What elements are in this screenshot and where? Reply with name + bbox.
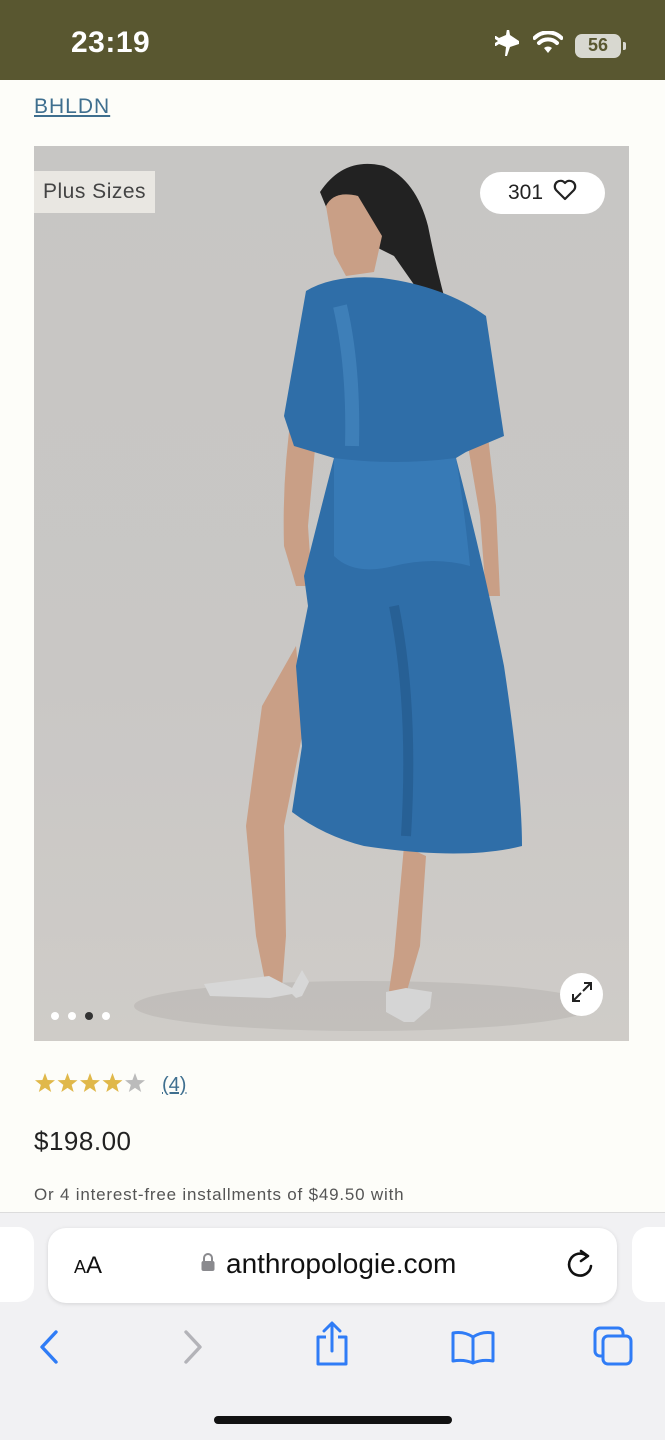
star-filled-icon bbox=[80, 1073, 100, 1092]
status-icons: 56 bbox=[493, 29, 626, 61]
installments-text: Or 4 interest-free installments of $49.5… bbox=[34, 1185, 405, 1204]
text-size-button[interactable]: AA bbox=[74, 1252, 102, 1280]
tabs-icon[interactable] bbox=[592, 1325, 634, 1372]
text-size-big: A bbox=[86, 1252, 103, 1279]
product-rating: (4) bbox=[34, 1072, 186, 1099]
wifi-icon bbox=[532, 30, 564, 60]
carousel-dot[interactable] bbox=[68, 1012, 76, 1020]
product-price: $198.00 bbox=[34, 1126, 132, 1156]
battery-icon: 56 bbox=[575, 33, 626, 58]
star-filled-icon bbox=[57, 1073, 78, 1092]
share-icon[interactable] bbox=[313, 1321, 351, 1372]
airplane-icon bbox=[493, 29, 521, 61]
battery-level: 56 bbox=[587, 35, 609, 55]
heart-icon bbox=[553, 179, 577, 207]
address-bar[interactable]: AA anthropologie.com bbox=[48, 1228, 617, 1303]
browser-bar: AA anthropologie.com bbox=[0, 1212, 665, 1440]
url-display[interactable]: anthropologie.com bbox=[200, 1248, 456, 1280]
status-time: 23:19 bbox=[71, 26, 151, 59]
bookmarks-icon[interactable] bbox=[450, 1329, 496, 1370]
expand-icon bbox=[570, 980, 594, 1009]
url-text: anthropologie.com bbox=[226, 1248, 457, 1279]
text-size-small: A bbox=[74, 1257, 87, 1277]
status-bar: 23:19 56 bbox=[0, 0, 665, 80]
favorites-count: 301 bbox=[507, 181, 544, 204]
plus-sizes-badge: Plus Sizes bbox=[34, 171, 156, 213]
lock-icon bbox=[200, 1252, 216, 1277]
reload-icon[interactable] bbox=[565, 1248, 595, 1285]
star-filled-icon bbox=[35, 1073, 55, 1092]
forward-icon[interactable] bbox=[180, 1329, 206, 1370]
carousel-dots[interactable] bbox=[51, 1012, 110, 1020]
previous-tab-preview[interactable] bbox=[0, 1227, 34, 1302]
product-image[interactable]: Plus Sizes 301 bbox=[34, 146, 629, 1041]
carousel-dot[interactable] bbox=[51, 1012, 59, 1020]
product-photo bbox=[134, 163, 594, 1031]
back-icon[interactable] bbox=[36, 1329, 62, 1370]
home-indicator[interactable] bbox=[214, 1416, 452, 1424]
expand-image-button[interactable] bbox=[560, 973, 603, 1016]
favorite-button[interactable]: 301 bbox=[480, 172, 605, 214]
star-filled-icon bbox=[102, 1073, 123, 1092]
star-rating bbox=[34, 1072, 146, 1099]
star-empty-icon bbox=[125, 1073, 145, 1092]
review-count-link[interactable]: (4) bbox=[162, 1074, 186, 1097]
brand-link[interactable]: BHLDN bbox=[34, 95, 110, 119]
carousel-dot[interactable] bbox=[102, 1012, 110, 1020]
next-tab-preview[interactable] bbox=[632, 1227, 665, 1302]
carousel-dot-active[interactable] bbox=[85, 1012, 93, 1020]
